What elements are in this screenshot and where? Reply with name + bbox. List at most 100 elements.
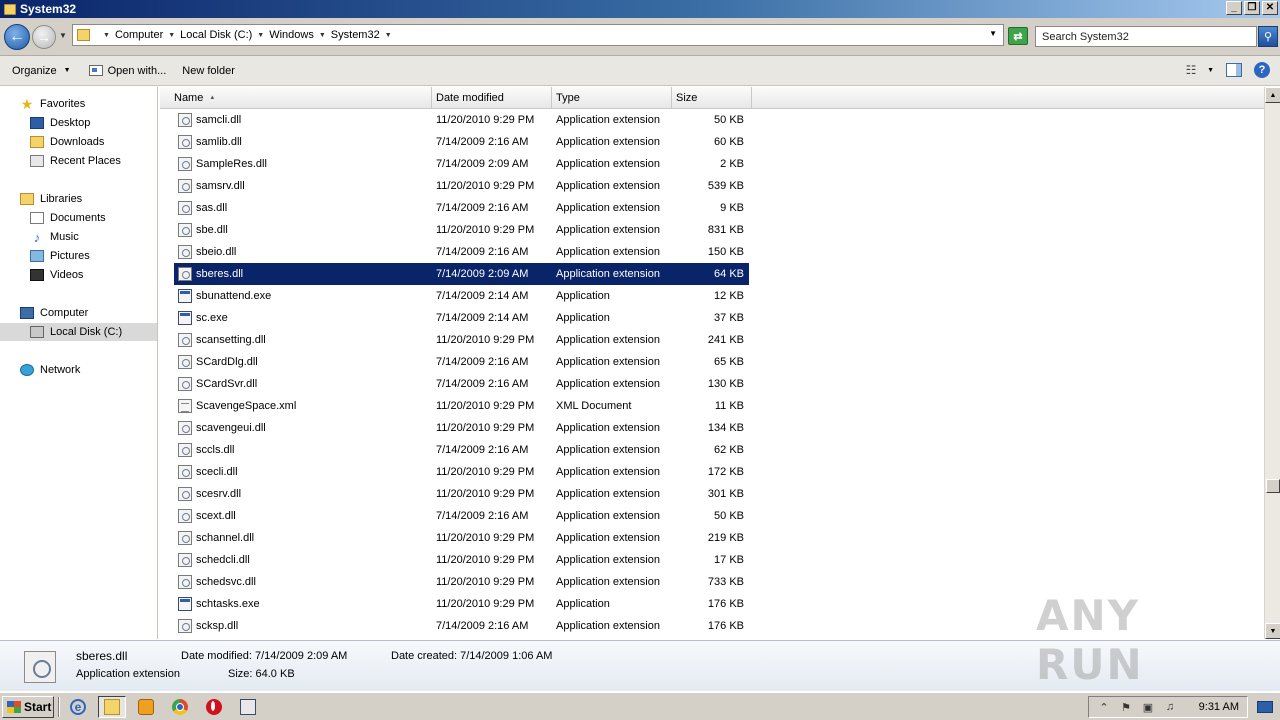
- nav-libraries[interactable]: Libraries: [0, 190, 157, 208]
- file-row[interactable]: sbunattend.exe 7/14/2009 2:14 AM Applicati…: [160, 285, 1264, 307]
- column-size[interactable]: Size: [672, 87, 752, 109]
- breadcrumb-system32[interactable]: System32: [331, 29, 380, 41]
- start-button[interactable]: Start: [2, 696, 54, 718]
- nav-local-disk[interactable]: Local Disk (C:): [0, 323, 157, 341]
- file-row[interactable]: ScavengeSpace.xml 11/20/2010 9:29 PM XML D…: [160, 395, 1264, 417]
- file-row[interactable]: scavengeui.dll 11/20/2010 9:29 PM Applicat…: [160, 417, 1264, 439]
- back-button[interactable]: ←: [4, 24, 30, 50]
- chevron-down-icon[interactable]: ▼: [1207, 67, 1214, 74]
- column-type[interactable]: Type: [552, 87, 672, 109]
- file-size: 50 KB: [714, 114, 744, 126]
- file-row[interactable]: scansetting.dll 11/20/2010 9:29 PM Applica…: [160, 329, 1264, 351]
- organize-button[interactable]: Organize ▼: [12, 65, 71, 77]
- dll-file-icon: [178, 443, 192, 457]
- organize-label: Organize: [12, 64, 57, 77]
- help-icon[interactable]: ?: [1254, 62, 1270, 78]
- file-date-modified: 7/14/2009 2:16 AM: [436, 444, 529, 456]
- history-dropdown-icon[interactable]: ▼: [59, 31, 67, 40]
- file-size: 65 KB: [714, 356, 744, 368]
- title-bar[interactable]: System32 _ ❐ ✕: [0, 0, 1280, 18]
- nav-computer[interactable]: Computer: [0, 304, 157, 322]
- open-with-icon: [88, 65, 103, 76]
- show-desktop-button[interactable]: [1254, 697, 1276, 717]
- exe-file-icon: [178, 289, 192, 303]
- nav-network[interactable]: Network: [0, 361, 157, 379]
- volume-icon[interactable]: ♫: [1163, 701, 1177, 713]
- nav-videos[interactable]: Videos: [0, 266, 157, 284]
- show-hidden-icons-icon[interactable]: ⌃: [1097, 701, 1111, 714]
- file-row[interactable]: sberes.dll 7/14/2009 2:09 AM Application e…: [160, 263, 1264, 285]
- file-row[interactable]: SCardDlg.dll 7/14/2009 2:16 AM Application…: [160, 351, 1264, 373]
- taskbar-opera[interactable]: [200, 696, 228, 718]
- file-row[interactable]: SCardSvr.dll 7/14/2009 2:16 AM Application…: [160, 373, 1264, 395]
- file-row[interactable]: scext.dll 7/14/2009 2:16 AM Application ex…: [160, 505, 1264, 527]
- file-date-modified: 11/20/2010 9:29 PM: [436, 532, 535, 544]
- file-date-modified: 7/14/2009 2:16 AM: [436, 136, 529, 148]
- vertical-scrollbar[interactable]: ▲ ▼: [1264, 87, 1280, 639]
- nav-label: Pictures: [50, 250, 90, 262]
- file-size: 172 KB: [707, 466, 744, 478]
- nav-desktop[interactable]: Desktop: [0, 114, 157, 132]
- chevron-down-icon[interactable]: ▼: [168, 32, 175, 39]
- open-with-button[interactable]: Open with...: [88, 65, 166, 77]
- action-center-flag-icon[interactable]: ⚑: [1119, 701, 1133, 714]
- file-row[interactable]: sc.exe 7/14/2009 2:14 AM Application 37 KB: [160, 307, 1264, 329]
- address-bar[interactable]: ▼ Computer ▼ Local Disk (C:) ▼ Windows ▼…: [72, 24, 1004, 46]
- details-file-type: Application extension: [76, 668, 180, 680]
- file-row[interactable]: SampleRes.dll 7/14/2009 2:09 AM Applicatio…: [160, 153, 1264, 175]
- taskbar-explorer[interactable]: [98, 696, 126, 718]
- scroll-down-button[interactable]: ▼: [1265, 623, 1280, 639]
- file-row[interactable]: schannel.dll 11/20/2010 9:29 PM Applicatio…: [160, 527, 1264, 549]
- forward-button[interactable]: →: [32, 25, 56, 49]
- taskbar-chrome[interactable]: [166, 696, 194, 718]
- column-date-modified[interactable]: Date modified: [432, 87, 552, 109]
- opera-icon: [206, 699, 222, 715]
- view-list-icon[interactable]: ☷: [1183, 63, 1199, 77]
- chevron-down-icon[interactable]: ▼: [257, 32, 264, 39]
- close-button[interactable]: ✕: [1262, 1, 1278, 15]
- chevron-down-icon[interactable]: ▼: [319, 32, 326, 39]
- clock[interactable]: 9:31 AM: [1199, 701, 1239, 713]
- nav-favorites[interactable]: ★ Favorites: [0, 95, 157, 113]
- nav-recent-places[interactable]: Recent Places: [0, 152, 157, 170]
- nav-downloads[interactable]: Downloads: [0, 133, 157, 151]
- column-name[interactable]: Name ▲: [170, 87, 432, 109]
- scroll-up-button[interactable]: ▲: [1265, 87, 1280, 103]
- minimize-button[interactable]: _: [1226, 1, 1242, 15]
- file-row[interactable]: schedcli.dll 11/20/2010 9:29 PM Applicatio…: [160, 549, 1264, 571]
- file-row[interactable]: sbeio.dll 7/14/2009 2:16 AM Application ex…: [160, 241, 1264, 263]
- nav-pictures[interactable]: Pictures: [0, 247, 157, 265]
- network-status-icon[interactable]: ▣: [1141, 701, 1155, 714]
- search-input[interactable]: Search System32: [1035, 26, 1257, 47]
- file-row[interactable]: sas.dll 7/14/2009 2:16 AM Application exte…: [160, 197, 1264, 219]
- chevron-down-icon[interactable]: ▼: [103, 32, 110, 39]
- chevron-down-icon[interactable]: ▼: [385, 32, 392, 39]
- nav-documents[interactable]: Documents: [0, 209, 157, 227]
- file-row[interactable]: scesrv.dll 11/20/2010 9:29 PM Application …: [160, 483, 1264, 505]
- breadcrumb-local-disk[interactable]: Local Disk (C:): [180, 29, 252, 41]
- search-icon[interactable]: ⚲: [1258, 26, 1278, 47]
- file-type: Application extension: [556, 114, 660, 126]
- file-row[interactable]: samcli.dll 11/20/2010 9:29 PM Application …: [160, 109, 1264, 131]
- taskbar-media-player[interactable]: [132, 696, 160, 718]
- file-size: 60 KB: [714, 136, 744, 148]
- file-row[interactable]: schedsvc.dll 11/20/2010 9:29 PM Applicatio…: [160, 571, 1264, 593]
- file-row[interactable]: samsrv.dll 11/20/2010 9:29 PM Application …: [160, 175, 1264, 197]
- taskbar-ie[interactable]: e: [64, 696, 92, 718]
- explorer-folder-icon: [104, 699, 120, 715]
- file-row[interactable]: sbe.dll 11/20/2010 9:29 PM Application ext…: [160, 219, 1264, 241]
- breadcrumb-windows[interactable]: Windows: [269, 29, 314, 41]
- breadcrumb-computer[interactable]: Computer: [115, 29, 163, 41]
- new-folder-button[interactable]: New folder: [182, 65, 235, 77]
- preview-pane-icon[interactable]: [1226, 63, 1242, 77]
- scroll-thumb[interactable]: [1266, 479, 1280, 493]
- file-row[interactable]: scecli.dll 11/20/2010 9:29 PM Application …: [160, 461, 1264, 483]
- restore-button[interactable]: ❐: [1244, 1, 1260, 15]
- nav-music[interactable]: ♪ Music: [0, 228, 157, 246]
- file-row[interactable]: samlib.dll 7/14/2009 2:16 AM Application e…: [160, 131, 1264, 153]
- address-dropdown-icon[interactable]: ▼: [989, 29, 997, 38]
- taskbar-app[interactable]: [234, 696, 262, 718]
- refresh-button[interactable]: ⇄: [1008, 27, 1028, 45]
- dll-file-icon: [178, 553, 192, 567]
- file-row[interactable]: sccls.dll 7/14/2009 2:16 AM Application ex…: [160, 439, 1264, 461]
